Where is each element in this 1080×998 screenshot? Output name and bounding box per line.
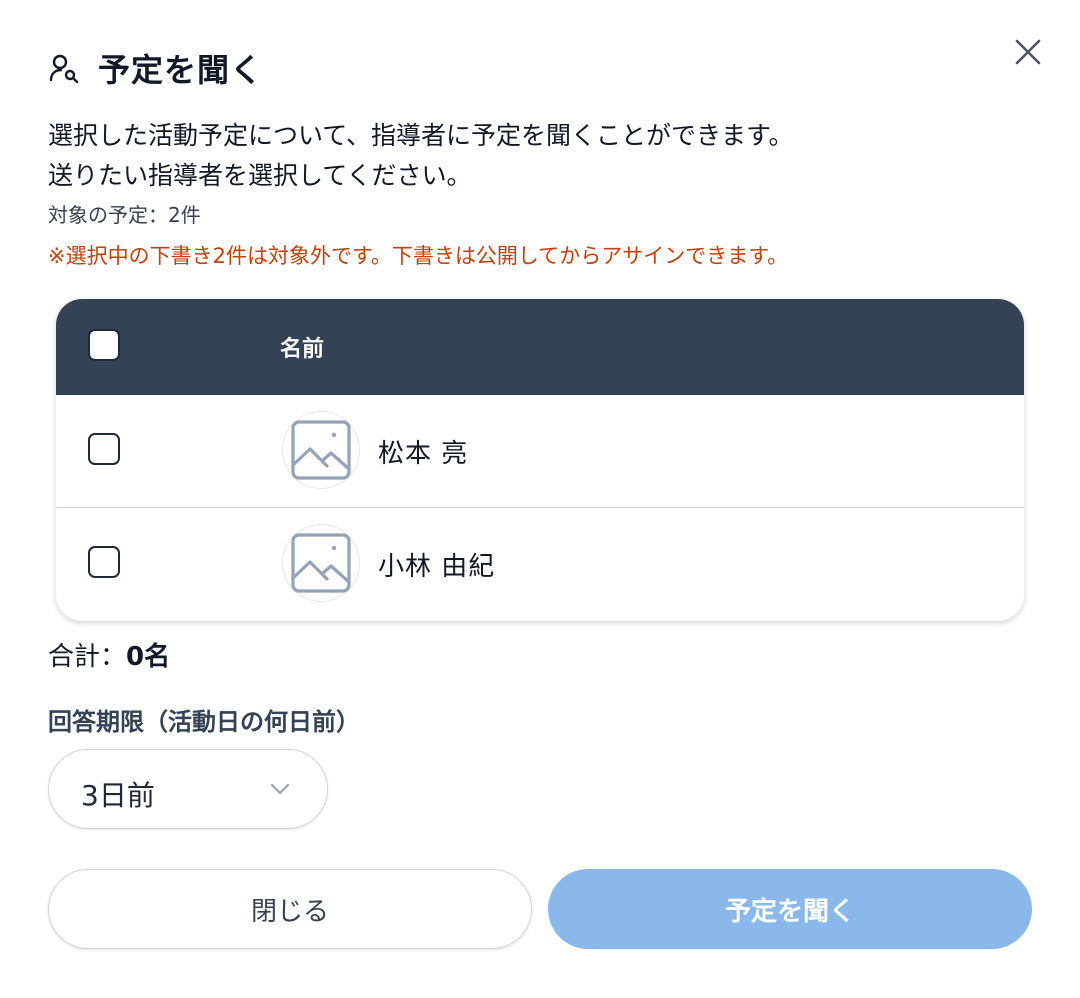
- modal-description: 選択した活動予定について、指導者に予定を聞くことができます。 送りたい指導者を選…: [48, 116, 1038, 196]
- close-button[interactable]: [1008, 32, 1048, 72]
- deadline-label: 回答期限（活動日の何日前）: [48, 708, 360, 736]
- select-all-checkbox[interactable]: [88, 329, 120, 361]
- row-checkbox[interactable]: [88, 433, 120, 465]
- avatar: [282, 411, 360, 489]
- modal-title: 予定を聞く: [98, 51, 264, 89]
- deadline-select[interactable]: 3日前: [48, 749, 328, 829]
- draft-warning: ※選択中の下書き2件は対象外です。下書きは公開してからアサインできます。: [48, 244, 789, 268]
- description-line: 送りたい指導者を選択してください。: [48, 161, 472, 190]
- instructor-table: 名前 松本 亮 小林 由紀: [56, 299, 1024, 621]
- total-label: 合計：: [48, 642, 127, 672]
- row-checkbox[interactable]: [88, 546, 120, 578]
- instructor-name: 小林 由紀: [378, 552, 496, 582]
- target-count: 対象の予定：2件: [48, 203, 201, 227]
- close-icon: [1015, 39, 1041, 65]
- modal-header: 予定を聞く: [48, 46, 263, 90]
- user-search-icon: [49, 54, 79, 84]
- ask-schedule-button[interactable]: 予定を聞く: [548, 869, 1032, 949]
- chevron-down-icon: [270, 783, 290, 795]
- table-header: 名前: [56, 299, 1024, 395]
- image-placeholder-icon: [291, 420, 351, 480]
- description-line: 選択した活動予定について、指導者に予定を聞くことができます。: [48, 121, 794, 150]
- ask-schedule-modal: 予定を聞く 選択した活動予定について、指導者に予定を聞くことができます。 送りた…: [0, 0, 1080, 998]
- total-count: 合計：0名: [48, 636, 170, 673]
- column-header-name: 名前: [280, 337, 325, 362]
- avatar: [282, 524, 360, 602]
- table-row[interactable]: 小林 由紀: [56, 508, 1024, 621]
- close-modal-button[interactable]: 閉じる: [48, 869, 532, 949]
- total-value: 0名: [126, 642, 171, 672]
- image-placeholder-icon: [291, 533, 351, 593]
- deadline-selected-value: 3日前: [81, 779, 155, 812]
- table-row[interactable]: 松本 亮: [56, 395, 1024, 508]
- instructor-name: 松本 亮: [378, 439, 469, 469]
